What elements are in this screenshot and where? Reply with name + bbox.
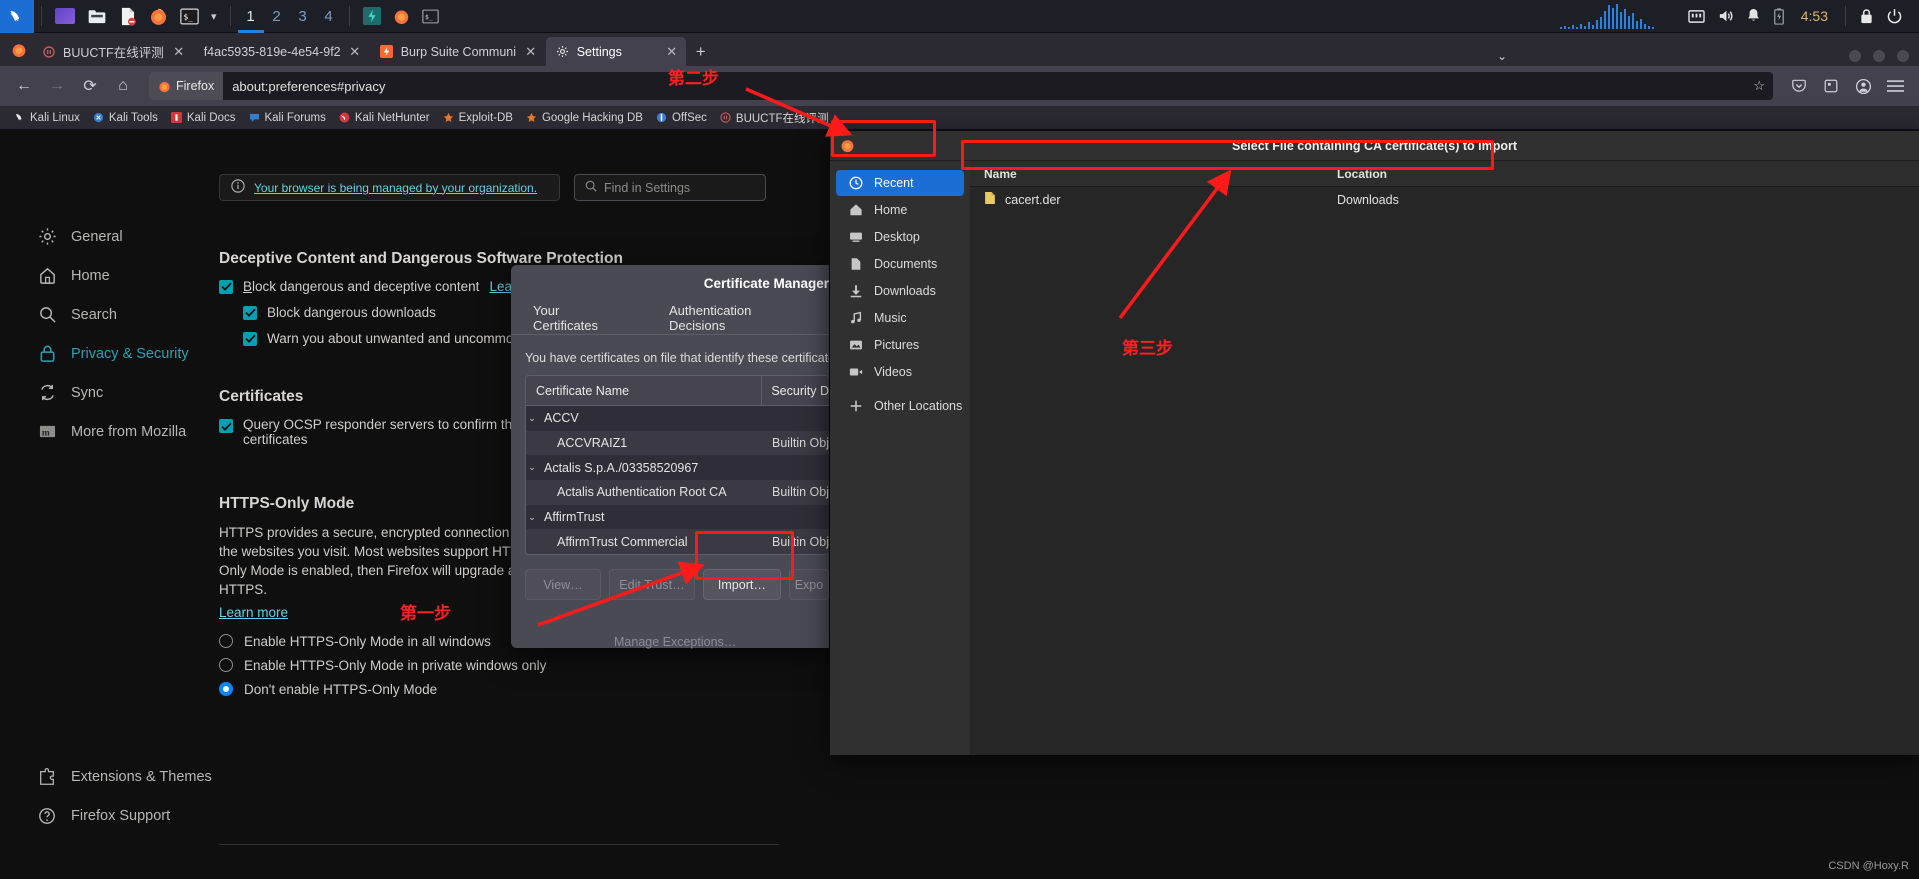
network-graph-icon (1559, 4, 1654, 29)
bell-icon[interactable] (1740, 0, 1767, 33)
volume-icon[interactable] (1711, 0, 1740, 33)
annotation-step1: 第一步 (400, 604, 451, 623)
files-manager-icon[interactable] (49, 0, 81, 33)
network-icon[interactable] (1682, 0, 1711, 33)
divider (348, 6, 350, 26)
divider (229, 6, 231, 26)
document-icon[interactable] (113, 0, 143, 33)
svg-text:$_: $_ (425, 13, 433, 21)
workspace-1[interactable]: 1 (237, 0, 264, 33)
svg-text:$_: $_ (183, 12, 193, 21)
firefox-icon[interactable] (387, 0, 416, 33)
folder-icon[interactable] (81, 0, 113, 33)
firefox-icon[interactable] (143, 0, 174, 33)
kali-taskbar: $_ ▾ 1 2 3 4 $_ 4:53 (0, 0, 1919, 33)
chevron-down-icon[interactable]: ▾ (205, 0, 223, 33)
divider (1845, 6, 1846, 26)
arrow-to-recent (537, 87, 1232, 627)
power-icon[interactable] (1880, 0, 1909, 33)
annotation-step3: 第三步 (1122, 339, 1173, 358)
terminal-icon[interactable]: $_ (174, 0, 205, 33)
taskbar-clock: 4:53 (1800, 8, 1828, 24)
terminal-icon[interactable]: $_ (416, 0, 445, 33)
lock-icon[interactable] (1853, 0, 1880, 33)
divider (41, 6, 42, 26)
burp-icon[interactable] (357, 0, 387, 33)
workspace-4[interactable]: 4 (316, 0, 342, 33)
annotation-step2: 第二步 (668, 69, 719, 88)
battery-icon[interactable] (1767, 0, 1791, 33)
taskbar-tray: 4:53 (1558, 0, 1919, 33)
kali-menu-icon[interactable] (0, 0, 34, 33)
workspace-3[interactable]: 3 (290, 0, 316, 33)
workspace-2[interactable]: 2 (264, 0, 290, 33)
